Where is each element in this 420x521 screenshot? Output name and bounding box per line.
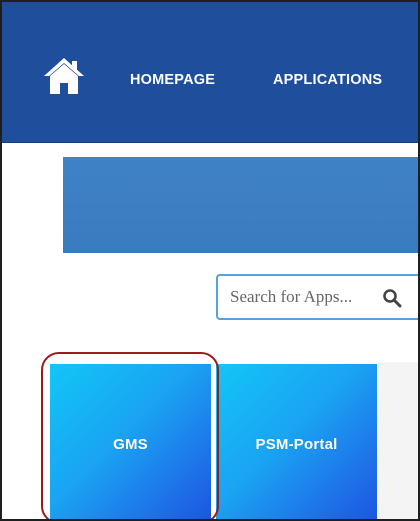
home-icon bbox=[44, 58, 84, 94]
app-tile-gms[interactable]: GMS bbox=[50, 364, 211, 519]
app-tile-label: GMS bbox=[113, 435, 148, 453]
search-box[interactable] bbox=[216, 274, 418, 320]
search-icon[interactable] bbox=[382, 288, 402, 308]
app-window: HOMEPAGE APPLICATIONS GMS PSM-Portal bbox=[0, 0, 420, 521]
nav-homepage-link[interactable]: HOMEPAGE bbox=[130, 72, 215, 88]
top-navbar: HOMEPAGE APPLICATIONS bbox=[2, 2, 418, 143]
nav-applications-link[interactable]: APPLICATIONS bbox=[273, 72, 382, 88]
app-tile-psm-portal[interactable]: PSM-Portal bbox=[216, 364, 377, 519]
app-tiles-background bbox=[377, 362, 418, 519]
header-banner bbox=[63, 157, 418, 253]
home-button[interactable] bbox=[42, 56, 86, 96]
search-input[interactable] bbox=[230, 287, 380, 307]
app-tile-label: PSM-Portal bbox=[255, 435, 338, 453]
